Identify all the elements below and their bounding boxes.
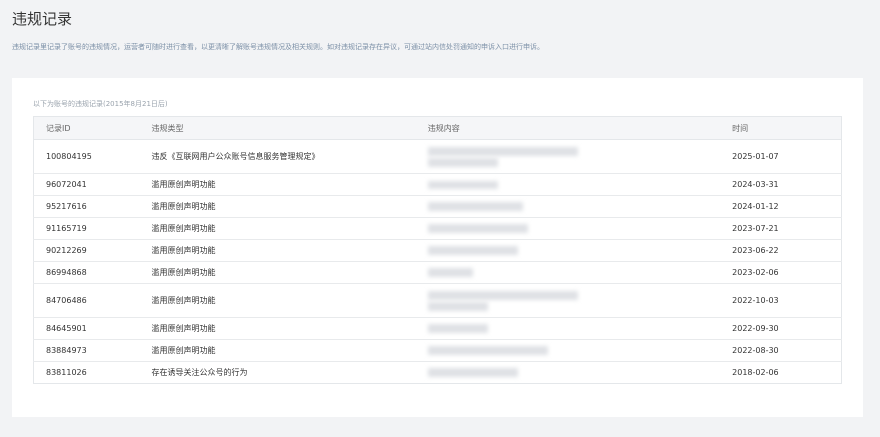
table-header-row: 记录ID 违规类型 违规内容 时间 — [33, 116, 842, 140]
violation-content-redacted — [415, 283, 721, 318]
header-violation-content: 违规内容 — [415, 116, 721, 140]
violation-type-link[interactable]: 违反《互联网用户公众账号信息服务管理规定》 — [139, 139, 416, 174]
header-record-id: 记录ID — [33, 116, 140, 140]
violation-type-link[interactable]: 滥用原创声明功能 — [139, 195, 416, 218]
violation-type-link[interactable]: 存在诱导关注公众号的行为 — [139, 362, 415, 384]
header-time: 时间 — [720, 116, 842, 140]
record-time: 2022-08-30 — [720, 339, 842, 362]
record-time: 2018-02-06 — [732, 368, 779, 377]
table-row: 84706486 滥用原创声明功能 2022-10-03 — [33, 283, 842, 318]
table-row: 83811026 存在诱导关注公众号的行为 2018-02-06 — [34, 362, 842, 384]
violation-type-link[interactable]: 滥用原创声明功能 — [139, 317, 416, 340]
table-caption: 以下为账号的违规记录(2015年8月21日后) — [33, 100, 168, 108]
table-row: 84645901 滥用原创声明功能 2022-09-30 — [33, 317, 842, 340]
page-title: 违规记录 — [12, 10, 73, 28]
table-row: 90212269 滥用原创声明功能 2023-06-22 — [33, 239, 842, 262]
record-time: 2024-03-31 — [720, 173, 842, 196]
record-id: 83884973 — [33, 339, 140, 362]
violation-content-redacted — [416, 362, 720, 384]
record-id: 96072041 — [33, 173, 140, 196]
violation-type-link[interactable]: 滥用原创声明功能 — [139, 173, 416, 196]
record-time: 2022-09-30 — [720, 317, 842, 340]
record-id: 91165719 — [33, 217, 140, 240]
violation-content-redacted — [415, 239, 721, 262]
record-time: 2022-10-03 — [720, 283, 842, 318]
record-id: 100804195 — [33, 139, 140, 174]
record-id: 83811026 — [46, 368, 87, 377]
violation-records-table: 记录ID 违规类型 违规内容 时间 100804195 违反《互联网用户公众账号… — [33, 116, 842, 384]
record-time: 2023-06-22 — [720, 239, 842, 262]
table-row: 96072041 滥用原创声明功能 2024-03-31 — [33, 173, 842, 196]
table-row: 95217616 滥用原创声明功能 2024-01-12 — [33, 195, 842, 218]
record-id: 86994868 — [33, 261, 140, 284]
table-row: 86994868 滥用原创声明功能 2023-02-06 — [33, 261, 842, 284]
table-row: 91165719 滥用原创声明功能 2023-07-21 — [33, 217, 842, 240]
violation-content-redacted — [415, 195, 721, 218]
record-id: 84645901 — [33, 317, 140, 340]
violation-type-link[interactable]: 滥用原创声明功能 — [139, 339, 416, 362]
violation-records-card: 以下为账号的违规记录(2015年8月21日后) 记录ID 违规类型 违规内容 时… — [12, 78, 863, 417]
table-row: 100804195 违反《互联网用户公众账号信息服务管理规定》 2025-01-… — [33, 139, 842, 174]
record-time: 2025-01-07 — [720, 139, 842, 174]
violation-content-redacted — [415, 173, 721, 196]
record-time: 2024-01-12 — [720, 195, 842, 218]
violation-content-redacted — [415, 139, 721, 174]
violation-content-redacted — [415, 339, 721, 362]
record-time: 2023-02-06 — [720, 261, 842, 284]
record-time: 2023-07-21 — [720, 217, 842, 240]
header-violation-type: 违规类型 — [139, 116, 416, 140]
record-id: 84706486 — [33, 283, 140, 318]
page-description: 违规记录里记录了账号的违规情况，运营者可随时进行查看，以更清晰了解账号违规情况及… — [12, 43, 544, 51]
violation-content-redacted — [415, 217, 721, 240]
violation-type-link[interactable]: 滥用原创声明功能 — [139, 217, 416, 240]
violation-type-link[interactable]: 滥用原创声明功能 — [139, 261, 416, 284]
record-id: 95217616 — [33, 195, 140, 218]
table-row: 83884973 滥用原创声明功能 2022-08-30 — [33, 339, 842, 362]
violation-content-redacted — [415, 317, 721, 340]
violation-type-link[interactable]: 滥用原创声明功能 — [139, 239, 416, 262]
record-id: 90212269 — [33, 239, 140, 262]
violation-type-link[interactable]: 滥用原创声明功能 — [139, 283, 416, 318]
violation-content-redacted — [415, 261, 721, 284]
